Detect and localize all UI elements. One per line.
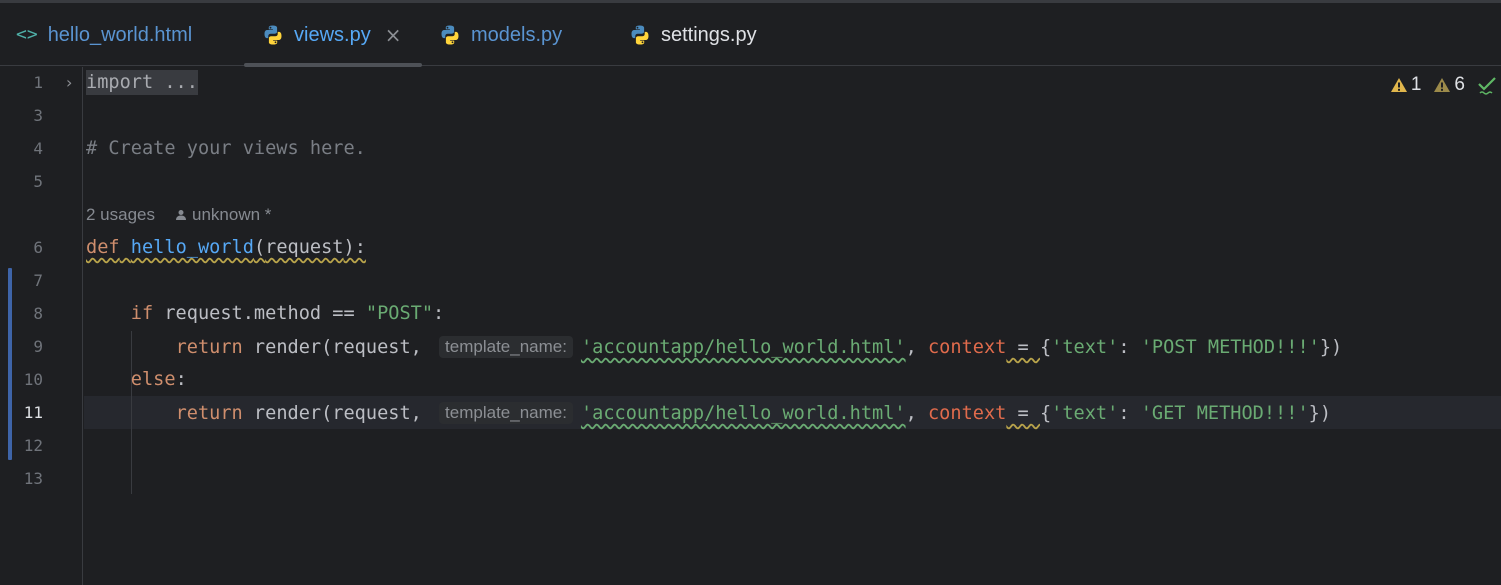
warning-icon: [1390, 78, 1407, 92]
keyword: return: [175, 403, 243, 424]
line-number: 6: [33, 238, 43, 257]
tab-label: settings.py: [661, 23, 757, 46]
punctuation: ):: [343, 237, 366, 258]
expression: request.method ==: [153, 303, 366, 324]
keyword: if: [130, 303, 154, 324]
parameter: request: [265, 237, 344, 258]
code-line-4[interactable]: # Create your views here.: [86, 138, 366, 159]
assignment-operator: =: [1006, 403, 1040, 424]
punctuation: ,: [905, 403, 928, 424]
punctuation: :: [1118, 337, 1141, 358]
editor-tab-bar: <> hello_world.html views.py × models.py…: [0, 3, 1501, 67]
function-name: hello_world: [130, 237, 254, 258]
warning-count-label: 1: [1410, 74, 1422, 95]
html-file-icon: <>: [16, 24, 38, 45]
tab-hello-world-html[interactable]: <> hello_world.html: [16, 3, 192, 66]
line-number: 10: [23, 370, 43, 389]
tab-settings-py[interactable]: settings.py: [629, 3, 757, 66]
weak-warning-count-label: 6: [1454, 74, 1465, 95]
line-number: 13: [23, 469, 43, 488]
string-literal: "POST": [365, 303, 434, 324]
call-expression: render(request,: [242, 337, 434, 358]
python-file-icon: [631, 25, 649, 44]
python-file-icon: [264, 25, 282, 44]
line-number: 7: [33, 271, 43, 290]
code-line-11[interactable]: return render(request, template_name: 'ac…: [86, 402, 1331, 424]
punctuation: {: [1039, 403, 1052, 424]
python-file-icon: [441, 25, 459, 44]
warning-count[interactable]: 1: [1390, 74, 1422, 96]
weak-warning-icon: [1434, 78, 1451, 92]
punctuation: :: [1118, 403, 1141, 424]
line-number: 1: [33, 73, 43, 92]
inspection-widget[interactable]: 1 6: [1390, 74, 1497, 96]
tab-models-py[interactable]: models.py: [439, 3, 562, 66]
vcs-change-marker[interactable]: [8, 268, 12, 460]
tab-label: models.py: [471, 23, 563, 46]
fold-expand-icon[interactable]: ›: [66, 73, 72, 92]
punctuation: }): [1319, 337, 1343, 358]
code-line-8[interactable]: if request.method == "POST":: [86, 303, 444, 324]
parameter-name-hint: template_name:: [439, 402, 573, 424]
active-tab-indicator: [244, 63, 422, 67]
tab-views-py[interactable]: views.py ×: [262, 3, 401, 66]
code-line-6[interactable]: def hello_world(request):: [86, 237, 366, 258]
code-line-9[interactable]: return render(request, template_name: 'ac…: [86, 336, 1342, 358]
punctuation: (: [253, 237, 266, 258]
line-number: 12: [23, 436, 43, 455]
tab-label: hello_world.html: [47, 23, 193, 46]
line-number: 5: [33, 172, 43, 191]
keyword: def: [86, 237, 120, 258]
keyword: return: [175, 337, 243, 358]
close-tab-icon[interactable]: ×: [385, 23, 402, 47]
punctuation: ,: [905, 337, 928, 358]
keyword: else: [130, 369, 176, 390]
punctuation: {: [1039, 337, 1052, 358]
punctuation: :: [433, 303, 445, 324]
line-number-gutter[interactable]: 1 3 4 5 6 7 8 9 10 11 12 13: [0, 67, 83, 585]
string-literal: 'text': [1051, 403, 1119, 424]
line-number: 8: [33, 304, 43, 323]
code-lens: 2 usages unknown *: [86, 205, 271, 225]
string-literal: 'accountapp/hello_world.html': [580, 403, 906, 424]
code-line-1[interactable]: import ...: [86, 70, 198, 95]
function-definition: def hello_world(request):: [86, 237, 366, 258]
typo-check-icon[interactable]: [1477, 75, 1497, 95]
string-literal: 'accountapp/hello_world.html': [580, 337, 906, 358]
current-line-number: 11: [23, 403, 43, 422]
parameter-name-hint: template_name:: [439, 336, 573, 358]
line-number: 4: [33, 139, 43, 158]
usages-link[interactable]: 2 usages: [86, 205, 155, 225]
tab-label: views.py: [294, 23, 371, 46]
call-expression: render(request,: [242, 403, 434, 424]
author-info[interactable]: unknown *: [175, 205, 271, 225]
string-literal: 'GET METHOD!!!': [1140, 403, 1309, 424]
line-number: 3: [33, 106, 43, 125]
folded-imports[interactable]: import ...: [86, 70, 198, 95]
string-literal: 'text': [1051, 337, 1119, 358]
code-line-10[interactable]: else:: [86, 369, 187, 390]
line-number: 9: [33, 337, 43, 356]
string-literal: 'POST METHOD!!!': [1140, 337, 1320, 358]
named-argument: context: [927, 337, 1007, 358]
person-icon: [176, 210, 186, 220]
assignment-operator: =: [1006, 337, 1040, 358]
author-label: unknown *: [192, 205, 272, 224]
punctuation: }): [1308, 403, 1332, 424]
punctuation: :: [175, 369, 187, 390]
named-argument: context: [927, 403, 1007, 424]
weak-warning-count[interactable]: 6: [1433, 74, 1465, 96]
